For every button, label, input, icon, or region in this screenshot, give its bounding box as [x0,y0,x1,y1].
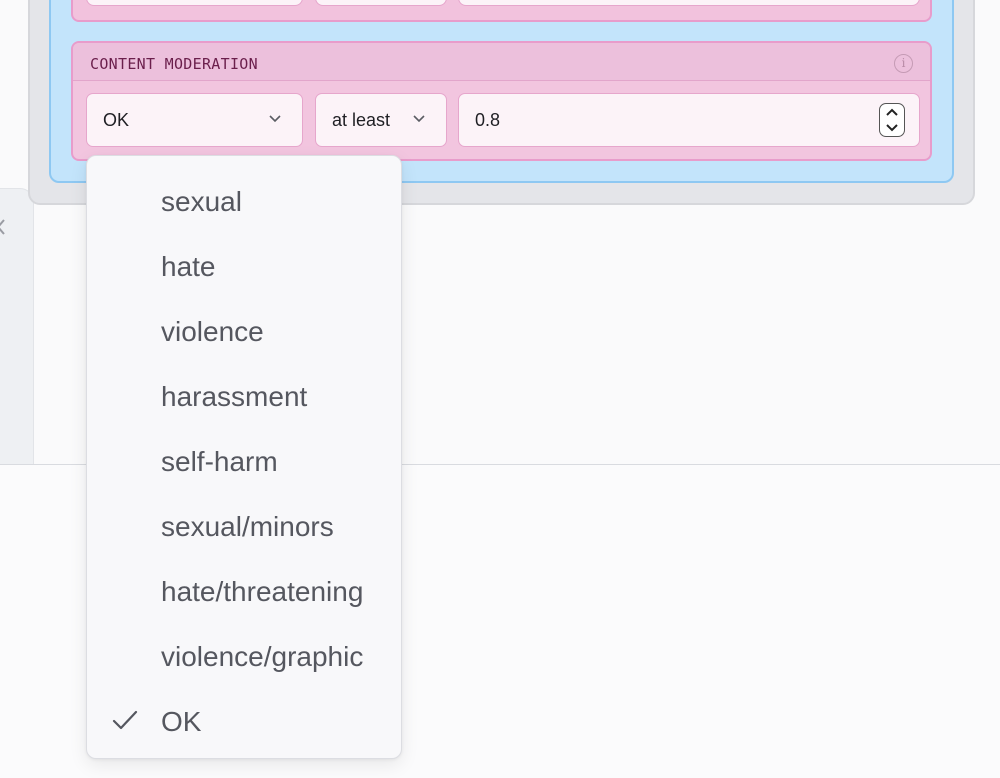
threshold-input[interactable]: 0.8 [458,93,920,147]
chevron-down-icon [269,115,281,123]
checkmark-icon [112,710,138,730]
chevron-down-icon [413,115,425,123]
page: CONTENT MODERATION i OK at least 0.8 sex… [0,0,1000,778]
card-title: CONTENT MODERATION [90,55,258,73]
dropdown-option[interactable]: sexual [87,164,401,229]
previous-field-1[interactable] [86,0,303,6]
stepper-icon[interactable] [879,103,905,137]
dropdown-option[interactable]: harassment [87,359,401,424]
dropdown-option[interactable]: hate [87,229,401,294]
dropdown-option-selected[interactable]: OK [87,684,401,749]
operator-select-value: at least [332,110,391,130]
category-select-value: OK [103,110,130,130]
dropdown-option[interactable]: violence/graphic [87,619,401,684]
chevron-left-icon[interactable] [0,218,6,236]
option-label: sexual [161,186,242,217]
option-label: violence [161,316,264,347]
category-dropdown-menu: sexual hate violence harassment self-har… [86,155,402,759]
option-label: harassment [161,381,308,412]
previous-card [71,0,932,22]
option-label: sexual/minors [161,511,334,542]
threshold-input-value: 0.8 [475,110,501,130]
dropdown-option[interactable]: violence [87,294,401,359]
dropdown-option[interactable]: hate/threatening [87,554,401,619]
info-icon[interactable]: i [894,54,913,73]
operator-select[interactable]: at least [315,93,447,147]
option-label: violence/graphic [161,641,364,672]
option-label: self-harm [161,446,278,477]
content-moderation-card: CONTENT MODERATION i OK at least 0.8 [71,41,932,161]
dropdown-option[interactable]: sexual/minors [87,489,401,554]
category-select[interactable]: OK [86,93,303,147]
option-label: hate [161,251,216,282]
previous-field-2[interactable] [315,0,447,6]
dropdown-option[interactable]: self-harm [87,424,401,489]
previous-field-3[interactable] [458,0,920,6]
option-label: hate/threatening [161,576,364,607]
card-header: CONTENT MODERATION i [73,43,930,81]
option-label: OK [161,706,202,737]
